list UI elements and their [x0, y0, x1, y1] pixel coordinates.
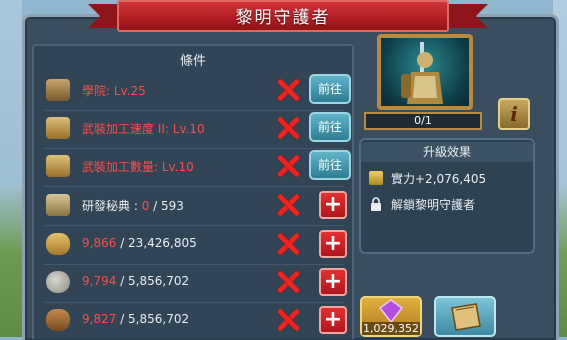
- book-icon: [46, 117, 70, 139]
- unmet-x-icon: [276, 232, 300, 256]
- condition-row-food: 9,866 / 23,426,805 +: [44, 230, 347, 260]
- research-button[interactable]: [434, 296, 496, 337]
- wood-icon: [46, 309, 70, 331]
- row-divider: [44, 302, 344, 303]
- need-amount: / 5,856,702: [120, 312, 190, 326]
- go-button[interactable]: 前往: [309, 150, 351, 180]
- row-divider: [44, 264, 344, 265]
- effect-text: 實力+2,076,405: [391, 172, 487, 186]
- conditions-header: 條件: [179, 54, 206, 69]
- go-button[interactable]: 前往: [309, 74, 351, 104]
- condition-text: 武裝加工數量: Lv.10: [82, 160, 194, 174]
- condition-text: 9,866 / 23,426,805: [82, 236, 197, 250]
- condition-row-tome: 研發秘典 : 0 / 593 +: [44, 191, 347, 221]
- research-progress: 0/1: [364, 112, 482, 130]
- page-title: 黎明守護者: [117, 0, 449, 32]
- info-button[interactable]: i: [498, 98, 530, 130]
- condition-text: 研發秘典 : 0 / 593: [82, 197, 184, 214]
- row-divider: [44, 110, 344, 111]
- condition-text: 9,827 / 5,856,702: [82, 312, 189, 326]
- have-amount: 9,794: [82, 274, 117, 288]
- condition-text: 武裝加工速度 II: Lv.10: [82, 122, 205, 136]
- book-icon: [451, 303, 481, 331]
- effect-power: 實力+2,076,405: [369, 170, 486, 187]
- lock-icon: [369, 197, 383, 211]
- add-resource-button[interactable]: +: [319, 306, 347, 334]
- row-divider: [44, 148, 344, 149]
- wheat-icon: [46, 233, 70, 255]
- background-left: [0, 0, 22, 337]
- unmet-x-icon: [276, 270, 300, 294]
- add-resource-button[interactable]: +: [319, 230, 347, 258]
- upgrade-effects-box: 升級效果 實力+2,076,405 解鎖黎明守護者: [359, 138, 535, 254]
- unmet-x-icon: [276, 78, 300, 102]
- row-divider: [44, 186, 344, 187]
- power-icon: [369, 171, 383, 185]
- have-amount: 9,827: [82, 312, 117, 326]
- have-amount: 0: [141, 199, 150, 213]
- condition-row-stone: 9,794 / 5,856,702 +: [44, 268, 347, 298]
- condition-text: 9,794 / 5,856,702: [82, 274, 189, 288]
- gem-research-button[interactable]: 1,029,352: [360, 296, 422, 337]
- book-icon: [46, 155, 70, 177]
- gem-icon: [378, 299, 404, 324]
- add-resource-button[interactable]: +: [319, 191, 347, 219]
- unmet-x-icon: [276, 116, 300, 140]
- condition-row-armor-amount: 武裝加工數量: Lv.10 前往: [44, 150, 351, 182]
- gem-cost: 1,029,352: [362, 322, 420, 335]
- add-resource-button[interactable]: +: [319, 268, 347, 296]
- effect-unlock: 解鎖黎明守護者: [369, 196, 475, 213]
- condition-row-armor-speed: 武裝加工速度 II: Lv.10 前往: [44, 112, 351, 144]
- tome-label: 研發秘典 :: [82, 199, 142, 213]
- need-amount: / 593: [153, 199, 184, 213]
- condition-text: 學院: Lv.25: [82, 84, 146, 98]
- unmet-x-icon: [276, 154, 300, 178]
- have-amount: 9,866: [82, 236, 117, 250]
- need-amount: / 5,856,702: [120, 274, 190, 288]
- effect-text: 解鎖黎明守護者: [391, 198, 476, 212]
- upgrade-effects-title: 升級效果: [361, 142, 533, 162]
- condition-row-academy: 學院: Lv.25 前往: [44, 74, 351, 106]
- unmet-x-icon: [276, 193, 300, 217]
- stone-icon: [46, 271, 70, 293]
- condition-row-wood: 9,827 / 5,856,702 +: [44, 306, 347, 336]
- school-icon: [46, 79, 70, 101]
- knight-icon: [401, 42, 443, 104]
- scroll-icon: [46, 194, 70, 216]
- row-divider: [44, 225, 344, 226]
- research-portrait: [377, 34, 473, 110]
- need-amount: / 23,426,805: [120, 236, 197, 250]
- conditions-box: 條件 學院: Lv.25 前往 武裝加工速度 II: Lv.10 前往 武裝加工…: [32, 44, 354, 339]
- go-button[interactable]: 前往: [309, 112, 351, 142]
- unmet-x-icon: [276, 308, 300, 332]
